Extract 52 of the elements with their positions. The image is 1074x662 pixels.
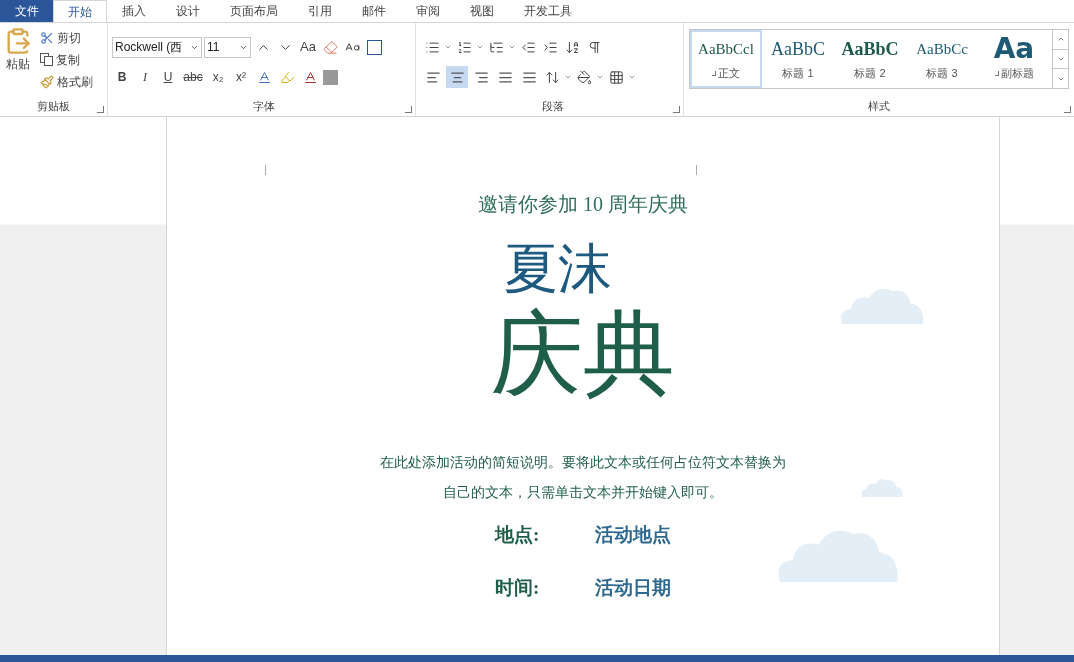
ribbon-tab[interactable]: 视图 [455,0,509,22]
character-border-icon[interactable] [366,39,382,55]
event-title: 夏沫 [504,239,613,299]
format-button[interactable]: x² [231,67,251,87]
ribbon-tab[interactable]: 页面布局 [215,0,293,22]
character-shading-icon[interactable] [323,69,338,85]
dialog-launcher-icon[interactable] [97,106,104,113]
paintbrush-icon [40,74,54,89]
group-label: 剪贴板 [37,99,70,114]
detail-value: 活动日期 [595,575,671,600]
font-size-field[interactable]: 11 [204,36,251,58]
paste-button[interactable]: 粘贴 [0,27,36,98]
detail-label: 地点: [495,523,541,547]
copy-icon [40,53,53,66]
event-subtitle: 邀请你参加 10 周年庆典 [478,192,688,217]
ribbon-tab[interactable]: 设计 [161,0,215,22]
event-title: 庆典 [491,302,675,407]
format-button[interactable]: B [112,67,132,87]
paragraph-mark-icon [994,71,999,76]
ribbon-tab[interactable]: 开始 [53,0,107,22]
copy-button[interactable]: 复制 [40,49,93,70]
event-description: 在此处添加活动的简短说明。要将此文本或任何占位符文本替换为自己的文本，只需单击文本并开始键入即可。 [379,453,787,502]
file-tab[interactable]: 文件 [0,0,53,22]
font-name-field[interactable]: Rockwell (西 [112,36,202,58]
ribbon-tab[interactable]: 插入 [107,0,161,22]
group-label: 段落 [541,99,564,114]
style-item[interactable]: AaBbCc 标题 3 [906,30,978,88]
paragraph-mark-icon [712,71,716,76]
change-case-button[interactable]: Aa [297,37,319,57]
format-painter-button[interactable]: 格式刷 [40,71,93,92]
group-label: 样式 [868,99,890,114]
style-item[interactable]: AaBbC 标题 2 [834,30,906,88]
ribbon-tab[interactable]: 开发工具 [509,0,587,22]
dialog-launcher-icon[interactable] [673,106,680,113]
ribbon-tab[interactable]: 邮件 [347,0,401,22]
detail-label: 时间: [495,575,541,600]
style-item[interactable]: AaBbC 标题 1 [762,30,834,88]
cut-button[interactable]: 剪切 [40,27,93,48]
detail-value: 活动地点 [595,523,671,547]
style-item[interactable]: Aa 副标题 [978,30,1050,88]
group-label: 字体 [252,99,275,114]
style-item[interactable]: AaBbCcl 正文 [690,30,762,88]
scissors-icon [40,30,54,45]
ribbon-tab[interactable]: 引用 [293,0,347,22]
dialog-launcher-icon[interactable] [405,106,412,113]
format-button[interactable]: abc [181,67,205,87]
format-button[interactable]: x₂ [208,67,228,87]
dialog-launcher-icon[interactable] [1064,106,1071,113]
format-button[interactable]: U [158,67,178,87]
format-button[interactable]: I [135,67,155,87]
align-button[interactable] [446,66,468,88]
ribbon-tab[interactable]: 审阅 [401,0,455,22]
